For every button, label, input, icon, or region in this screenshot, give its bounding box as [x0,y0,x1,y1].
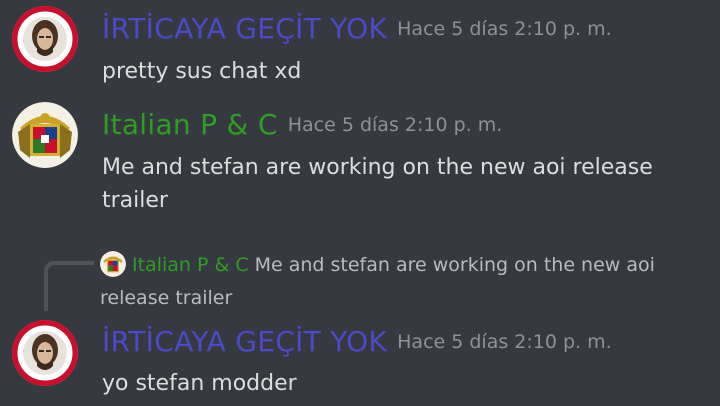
italian-coat-of-arms-icon [100,251,126,277]
avatar[interactable] [12,102,78,168]
message-text: trailer [102,188,168,213]
italian-coat-of-arms-avatar-icon [12,102,78,168]
reply-username[interactable]: Italian P & C [132,254,249,276]
username[interactable]: Italian P & C [102,108,278,141]
chat-message-list: İRTİCAYA GEÇİT YOK Hace 5 días 2:10 p. m.… [0,0,720,406]
reply-text: Me and stefan are working on the new aoi [254,254,655,276]
timestamp: Hace 5 días 2:10 p. m. [287,114,503,136]
reply-preview[interactable]: Italian P & C Me and stefan are working o… [100,249,700,315]
timestamp: Hace 5 días 2:10 p. m. [397,331,612,353]
message-text: Me and stefan are working on the new aoi… [102,155,653,180]
username[interactable]: İRTİCAYA GEÇİT YOK [102,12,387,45]
reply-text-continued: release trailer [100,287,233,309]
reply-connector [44,261,94,311]
turkish-emblem-avatar-icon [12,6,78,72]
message-text: pretty sus chat xd [102,59,302,84]
message-text: yo stefan modder [102,371,297,396]
turkish-emblem-avatar-icon [12,320,78,386]
avatar[interactable] [12,6,78,72]
reply-avatar [100,251,126,277]
username[interactable]: İRTİCAYA GEÇİT YOK [102,325,387,358]
timestamp: Hace 5 días 2:10 p. m. [397,18,612,40]
avatar[interactable] [12,320,78,386]
